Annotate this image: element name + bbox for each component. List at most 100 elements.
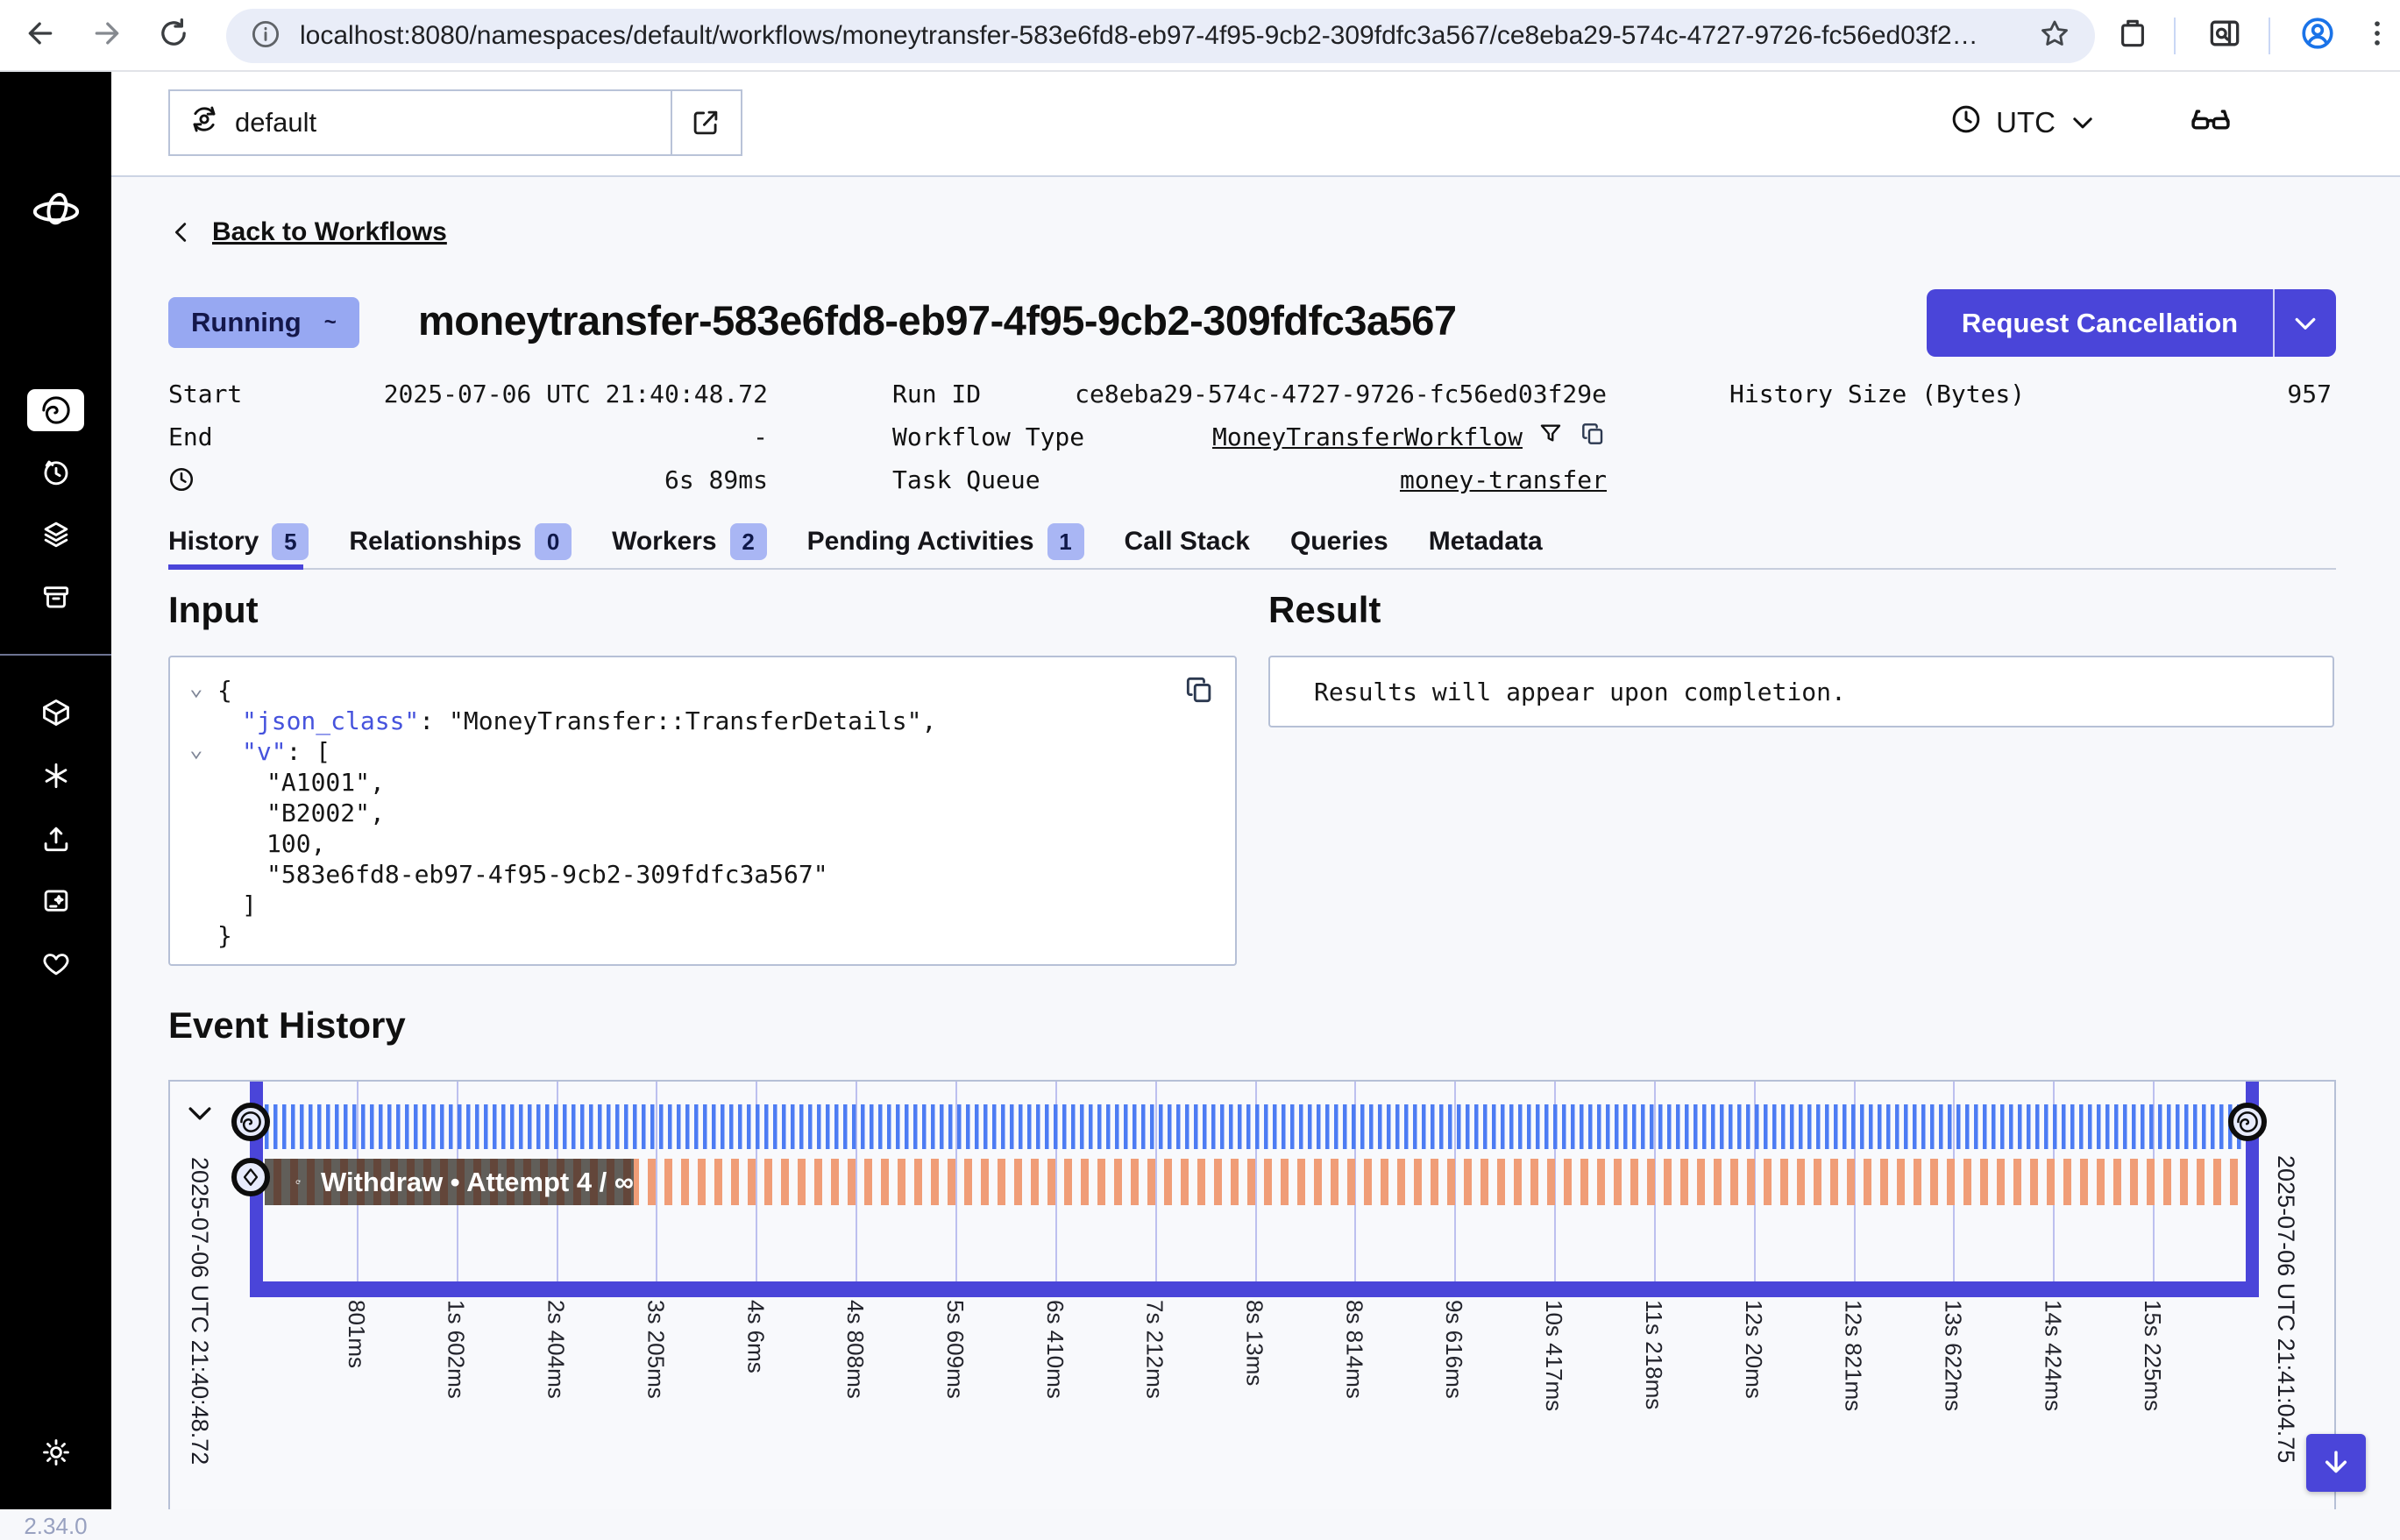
scroll-to-bottom-button[interactable]: [2306, 1434, 2366, 1492]
back-to-workflows-link[interactable]: Back to Workflows: [168, 217, 447, 247]
sidebar-item-batch-operations[interactable]: [0, 517, 111, 550]
namespace-switcher-icon: [188, 103, 221, 143]
tab-relationships[interactable]: Relationships0: [349, 523, 572, 560]
profile-icon[interactable]: [2298, 14, 2337, 57]
status-badge: Running ~: [168, 297, 359, 348]
theme-sun-icon[interactable]: [0, 1436, 111, 1469]
workflow-title: moneytransfer-583e6fd8-eb97-4f95-9cb2-30…: [418, 296, 1457, 344]
app-header: default UTC: [111, 72, 2400, 177]
workflow-event-icon[interactable]: [2228, 1103, 2267, 1141]
tab-pending-activities[interactable]: Pending Activities1: [807, 523, 1084, 560]
refresh-icon[interactable]: [156, 16, 191, 55]
tick-label: 13s 622ms: [1939, 1300, 1966, 1411]
sidebar-item-archive[interactable]: [0, 580, 111, 614]
workflow-event-icon[interactable]: [231, 1103, 270, 1141]
task-queue-link[interactable]: money-transfer: [1400, 465, 1607, 494]
forward-icon[interactable]: [89, 16, 124, 55]
url-text[interactable]: localhost:8080/namespaces/default/workfl…: [300, 21, 2020, 51]
active-tab-underline: [168, 564, 303, 570]
tick-label: 14s 424ms: [2039, 1300, 2066, 1411]
request-cancellation-label[interactable]: Request Cancellation: [1927, 289, 2273, 357]
json-text: 100,: [266, 829, 325, 858]
collapse-chevron-icon[interactable]: ⌄: [189, 735, 203, 765]
json-key: "json_class": [242, 706, 419, 735]
bookmark-star-icon[interactable]: [2037, 17, 2072, 56]
tab-label: Relationships: [349, 527, 522, 557]
tab-label: Workers: [612, 527, 717, 557]
sidebar-item-docs[interactable]: [0, 884, 111, 918]
namespace-open-button[interactable]: [671, 89, 742, 156]
tab-queries[interactable]: Queries: [1290, 527, 1388, 557]
timeline-collapse-chevron[interactable]: [182, 1096, 217, 1135]
address-bar[interactable]: localhost:8080/namespaces/default/workfl…: [226, 9, 2095, 63]
site-info-icon[interactable]: [249, 18, 282, 55]
json-text: : [: [287, 737, 331, 766]
tab-workers[interactable]: Workers 2: [612, 523, 767, 560]
tab-label: Queries: [1290, 527, 1388, 557]
json-line: ⌄"v": [: [170, 736, 1235, 767]
activity-label: Withdraw • Attempt 4 / ∞: [321, 1167, 634, 1198]
sidebar-item-workflows[interactable]: [0, 393, 111, 428]
timezone-selector[interactable]: UTC: [1949, 91, 2098, 154]
json-text: }: [217, 921, 232, 950]
tick-label: 2s 404ms: [543, 1300, 570, 1399]
json-line: ]: [170, 890, 1235, 920]
activity-label-bar[interactable]: Withdraw • Attempt 4 / ∞: [265, 1159, 634, 1205]
chevron-down-icon: [2290, 308, 2321, 339]
tick-label: 12s 20ms: [1740, 1300, 1767, 1399]
namespace-name: default: [235, 107, 316, 138]
history-size-value: 957: [1729, 378, 2332, 409]
tab-call-stack[interactable]: Call Stack: [1125, 527, 1250, 557]
labs-glasses-icon[interactable]: [2188, 98, 2233, 148]
sidebar-item-schedules[interactable]: [0, 456, 111, 489]
back-icon[interactable]: [23, 16, 58, 55]
collapse-chevron-icon[interactable]: ⌄: [189, 673, 203, 704]
tick-label: 7s 212ms: [1141, 1300, 1168, 1399]
json-text: ]: [242, 891, 257, 919]
json-line: "A1001",: [170, 767, 1235, 798]
cancellation-dropdown-button[interactable]: [2275, 289, 2336, 357]
toolbar-separator: [2269, 18, 2270, 54]
event-history-timeline: Withdraw • Attempt 4 / ∞ 2025-07-06 UTC …: [168, 1080, 2336, 1509]
input-heading: Input: [168, 589, 259, 631]
json-line: }: [170, 920, 1235, 951]
workflow-type-link[interactable]: MoneyTransferWorkflow: [1212, 422, 1523, 451]
timezone-label: UTC: [1996, 106, 2056, 139]
tick-label: 11s 218ms: [1640, 1300, 1667, 1409]
start-value: 2025-07-06 UTC 21:40:48.72: [168, 378, 768, 409]
timeline-axis-bar: [250, 1281, 2259, 1297]
copy-icon[interactable]: [1579, 420, 1607, 454]
tick-label: 8s 13ms: [1241, 1300, 1268, 1386]
tick-label: 3s 205ms: [642, 1300, 669, 1399]
tab-metadata[interactable]: Metadata: [1429, 527, 1543, 557]
sidebar-item-nexus[interactable]: [0, 759, 111, 792]
input-panel: ⌄{"json_class": "MoneyTransfer::Transfer…: [168, 656, 1237, 966]
sidebar-item-namespaces[interactable]: [0, 696, 111, 729]
status-label: Running: [191, 307, 302, 338]
tick-label: 4s 6ms: [742, 1300, 769, 1373]
json-line: "583e6fd8-eb97-4f95-9cb2-309fdfc3a567": [170, 859, 1235, 890]
temporal-logo[interactable]: [0, 186, 111, 237]
json-line: "B2002",: [170, 798, 1235, 828]
namespace-selector[interactable]: default: [168, 89, 672, 156]
side-panel-search-icon[interactable]: [2205, 14, 2244, 57]
input-json: ⌄{"json_class": "MoneyTransfer::Transfer…: [170, 675, 1235, 951]
tick-label: 8s 814ms: [1340, 1300, 1367, 1399]
filter-funnel-icon[interactable]: [1537, 420, 1565, 454]
extensions-icon[interactable]: [2114, 15, 2151, 56]
tab-count-badge: 2: [730, 523, 767, 560]
tab-history[interactable]: History5: [168, 523, 309, 560]
duration-value: 6s 89ms: [168, 464, 768, 495]
request-cancellation-button[interactable]: Request Cancellation: [1927, 289, 2336, 357]
toolbar-separator: [2174, 18, 2176, 54]
sidebar-item-import-export[interactable]: [0, 822, 111, 855]
activity-event-icon[interactable]: [231, 1158, 270, 1196]
workflow-execution-row[interactable]: [265, 1104, 2244, 1149]
tick-label: 4s 808ms: [841, 1300, 869, 1399]
sidebar-item-feedback-heart[interactable]: [0, 947, 111, 980]
tick-label: 12s 821ms: [1840, 1300, 1867, 1411]
clock-icon: [1949, 102, 1984, 144]
menu-kebab-icon[interactable]: [2360, 16, 2395, 55]
arrow-down-icon: [2319, 1446, 2353, 1480]
copy-icon[interactable]: [1182, 673, 1216, 711]
